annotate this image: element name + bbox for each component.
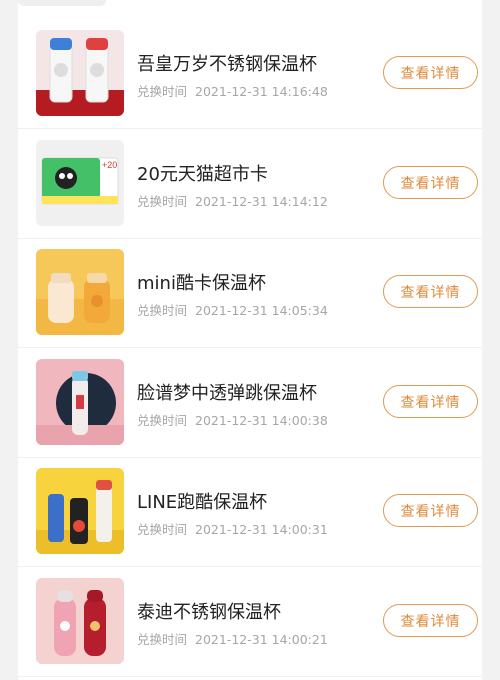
view-details-button[interactable]: 查看详情 [383, 385, 478, 418]
exchange-time: 兑换时间 2021-12-31 14:00:38 [137, 413, 328, 428]
item-title: 吾皇万岁不锈钢保温杯 [137, 54, 317, 75]
view-details-button[interactable]: 查看详情 [383, 56, 478, 89]
list-item: +20 20元天猫超市卡 兑换时间 2021-12-31 14:14:12 查看详… [18, 129, 482, 239]
exchange-time: 兑换时间 2021-12-31 14:00:21 [137, 632, 328, 647]
mini-bottle-image [36, 249, 124, 335]
exchange-time: 兑换时间 2021-12-31 14:00:31 [137, 522, 328, 537]
view-details-button[interactable]: 查看详情 [383, 494, 478, 527]
view-details-button[interactable]: 查看详情 [383, 275, 478, 308]
item-title: mini酷卡保温杯 [137, 273, 266, 294]
item-title: 脸谱梦中透弹跳保温杯 [137, 383, 317, 404]
view-details-button[interactable]: 查看详情 [383, 604, 478, 637]
list-item: 脸谱梦中透弹跳保温杯 兑换时间 2021-12-31 14:00:38 查看详情 [18, 348, 482, 458]
list-item: mini酷卡保温杯 兑换时间 2021-12-31 14:05:34 查看详情 [18, 238, 482, 348]
exchange-time: 兑换时间 2021-12-31 14:16:48 [137, 84, 328, 99]
list-item: 吾皇万岁不锈钢保温杯 兑换时间 2021-12-31 14:16:48 查看详情 [18, 19, 482, 129]
line-bottle-image [36, 468, 124, 554]
tmall-card-image: +20 [36, 140, 124, 226]
teddy-bottle-image [36, 578, 124, 664]
view-details-button[interactable]: 查看详情 [383, 166, 478, 199]
exchange-time: 兑换时间 2021-12-31 14:05:34 [137, 303, 328, 318]
opera-bottle-image [36, 359, 124, 445]
exchange-time: 兑换时间 2021-12-31 14:14:12 [137, 194, 328, 209]
item-title: LINE跑酷保温杯 [137, 492, 268, 513]
item-title: 20元天猫超市卡 [137, 164, 268, 185]
item-title: 泰迪不锈钢保温杯 [137, 602, 281, 623]
list-item: 泰迪不锈钢保温杯 兑换时间 2021-12-31 14:00:21 查看详情 [18, 567, 482, 677]
list-item: LINE跑酷保温杯 兑换时间 2021-12-31 14:00:31 查看详情 [18, 457, 482, 567]
cat-thermos-image [36, 30, 124, 116]
svg-text:+20: +20 [102, 160, 117, 170]
